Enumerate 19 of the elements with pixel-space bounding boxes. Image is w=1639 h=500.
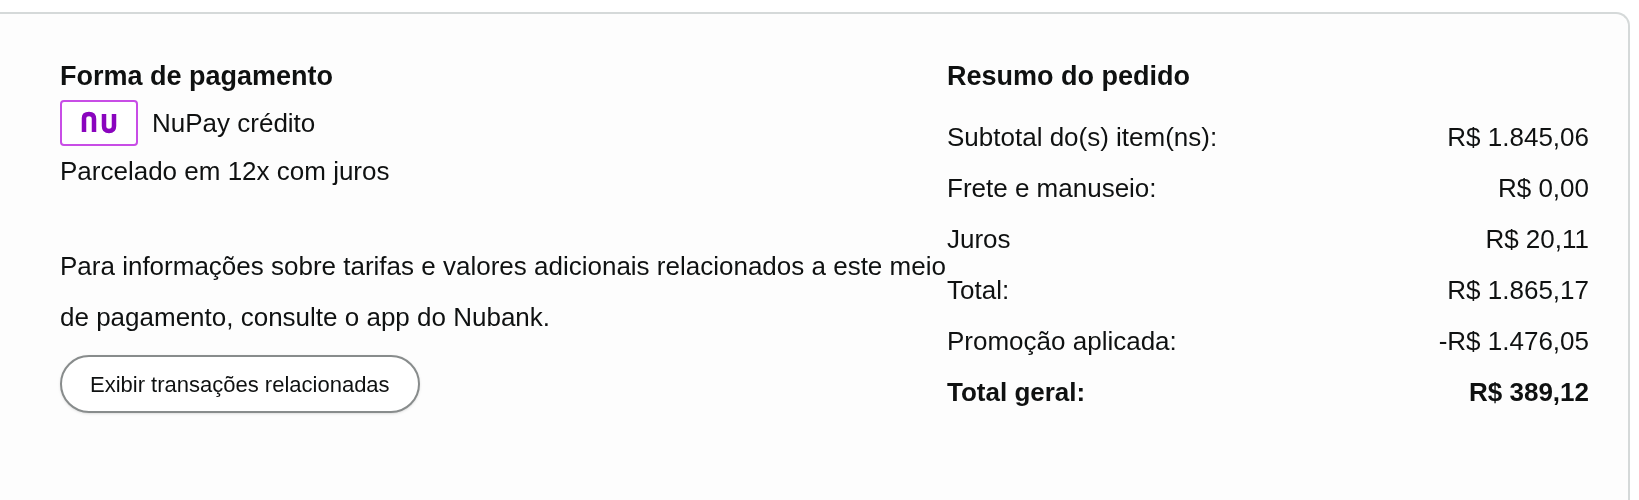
summary-label: Frete e manuseio: [947, 172, 1157, 205]
summary-label: Promoção aplicada: [947, 325, 1177, 358]
installments-text: Parcelado em 12x com juros [60, 155, 391, 188]
summary-value: R$ 1.865,17 [1447, 274, 1589, 307]
summary-value: R$ 20,11 [1485, 223, 1589, 256]
summary-heading: Resumo do pedido [947, 60, 1191, 93]
summary-value: R$ 389,12 [1469, 376, 1589, 409]
payment-heading: Forma de pagamento [60, 60, 335, 93]
payment-method: NuPay crédito [152, 106, 316, 140]
summary-value: R$ 0,00 [1497, 172, 1589, 205]
summary-value: R$ 1.845,06 [1447, 121, 1589, 154]
summary-value: -R$ 1.476,05 [1438, 325, 1589, 358]
fees-info-text: Para informações sobre tarifas e valores adicionais relacionados a este meio de pagamento, consulte o app do Nubank. [60, 250, 947, 334]
summary-label: Total: [947, 274, 1010, 307]
related-transactions-button[interactable]: Exibir transações relacionadas [60, 355, 420, 413]
summary-label: Total geral: [947, 376, 1086, 409]
summary-label: Juros [947, 223, 1011, 256]
nu-logo-icon [60, 100, 138, 146]
summary-label: Subtotal do(s) item(ns): [947, 121, 1218, 154]
